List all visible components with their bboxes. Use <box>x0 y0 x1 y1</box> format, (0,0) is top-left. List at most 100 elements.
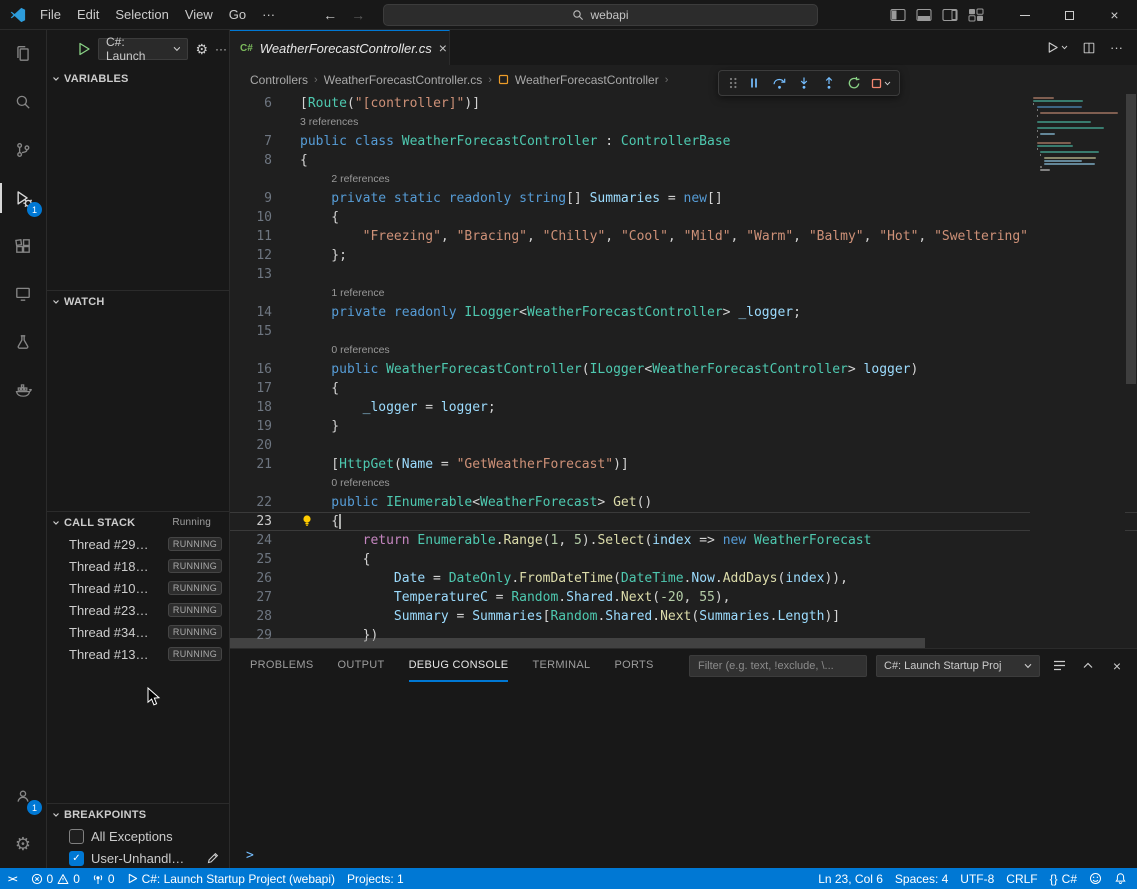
call-stack-thread[interactable]: Thread #34…RUNNING <box>47 621 229 643</box>
sidebar-item-source-control[interactable] <box>0 126 46 174</box>
console-lines-icon[interactable] <box>1049 655 1069 677</box>
panel-tab-problems[interactable]: PROBLEMS <box>250 649 314 682</box>
code-line-17[interactable]: 17 { <box>230 379 1137 398</box>
codelens-references[interactable]: 0 references <box>230 474 1137 493</box>
forward-icon[interactable]: → <box>351 7 365 23</box>
breakpoint-row[interactable]: All Exceptions <box>47 825 229 847</box>
more-menu-icon[interactable]: ··· <box>254 0 283 30</box>
code-line-26[interactable]: 26 Date = DateOnly.FromDateTime(DateTime… <box>230 569 1137 588</box>
code-line-9[interactable]: 9 private static readonly string[] Summa… <box>230 189 1137 208</box>
code-line-16[interactable]: 16 public WeatherForecastController(ILog… <box>230 360 1137 379</box>
call-stack-thread[interactable]: Thread #10…RUNNING <box>47 577 229 599</box>
configure-gear-icon[interactable]: ⚙ <box>195 42 208 56</box>
sidebar-item-testing[interactable] <box>0 318 46 366</box>
sidebar-item-remote-explorer[interactable] <box>0 270 46 318</box>
sidebar-item-explorer[interactable] <box>0 30 46 78</box>
code-line-15[interactable]: 15 <box>230 322 1137 341</box>
code-line-7[interactable]: 7public class WeatherForecastController … <box>230 132 1137 151</box>
code-line-19[interactable]: 19 } <box>230 417 1137 436</box>
debug-views-more-icon[interactable]: ··· <box>215 42 227 56</box>
edit-pencil-icon[interactable] <box>207 852 219 864</box>
tab-weatherforecastcontroller[interactable]: C# WeatherForecastController.cs × <box>230 30 450 65</box>
run-code-button[interactable] <box>1046 41 1068 54</box>
code-line-10[interactable]: 10 { <box>230 208 1137 227</box>
maximize-button[interactable] <box>1047 0 1092 30</box>
sidebar-item-run-and-debug[interactable]: 1 <box>0 174 46 222</box>
vertical-scrollbar[interactable] <box>1125 94 1137 648</box>
restart-button[interactable] <box>845 72 863 94</box>
breadcrumb-class[interactable]: WeatherForecastController <box>515 73 659 87</box>
horizontal-scrollbar-thumb[interactable] <box>230 638 925 648</box>
call-stack-thread[interactable]: Thread #18…RUNNING <box>47 555 229 577</box>
debug-console-output[interactable] <box>230 682 1137 844</box>
debug-session-dropdown[interactable]: C#: Launch Startup Proj <box>876 655 1040 677</box>
tab-close-icon[interactable]: × <box>439 40 447 56</box>
menu-selection[interactable]: Selection <box>107 0 176 30</box>
code-line-12[interactable]: 12 }; <box>230 246 1137 265</box>
codelens-references[interactable]: 2 references <box>230 170 1137 189</box>
checkbox-checked[interactable]: ✓ <box>69 851 84 866</box>
eol-status[interactable]: CRLF <box>1000 868 1043 889</box>
sidebar-item-search[interactable] <box>0 78 46 126</box>
codelens-references[interactable]: 3 references <box>230 113 1137 132</box>
launch-configuration-dropdown[interactable]: C#: Launch <box>98 38 188 60</box>
back-icon[interactable]: ← <box>323 7 337 23</box>
breakpoints-section-header[interactable]: BREAKPOINTS <box>47 803 229 825</box>
call-stack-thread[interactable]: Thread #29…RUNNING <box>47 533 229 555</box>
code-line-21[interactable]: 21 [HttpGet(Name = "GetWeatherForecast")… <box>230 455 1137 474</box>
toggle-panel-icon[interactable] <box>916 8 932 22</box>
minimize-button[interactable] <box>1002 0 1047 30</box>
notifications-bell-icon[interactable] <box>1108 868 1133 889</box>
code-line-6[interactable]: 6[Route("[controller]")] <box>230 94 1137 113</box>
breadcrumb-file[interactable]: WeatherForecastController.cs <box>324 73 483 87</box>
codelens-references[interactable]: 0 references <box>230 341 1137 360</box>
codelens-references[interactable]: 1 reference <box>230 284 1137 303</box>
problems-status[interactable]: 0 0 <box>25 868 86 889</box>
checkbox-unchecked[interactable] <box>69 829 84 844</box>
menu-file[interactable]: File <box>32 0 69 30</box>
call-stack-thread[interactable]: Thread #13…RUNNING <box>47 643 229 665</box>
language-mode-status[interactable]: {} C# <box>1044 868 1083 889</box>
menu-go[interactable]: Go <box>221 0 254 30</box>
code-line-13[interactable]: 13 <box>230 265 1137 284</box>
minimap[interactable] <box>1030 94 1125 638</box>
breadcrumb-folder[interactable]: Controllers <box>250 73 308 87</box>
step-over-button[interactable] <box>770 72 788 94</box>
maximize-panel-icon[interactable] <box>1078 655 1098 677</box>
code-line-18[interactable]: 18 _logger = logger; <box>230 398 1137 417</box>
command-center-search[interactable]: webapi <box>383 4 818 26</box>
code-editor[interactable]: 6[Route("[controller]")]3 references7pub… <box>230 94 1137 648</box>
toolbar-drag-handle[interactable] <box>727 72 738 94</box>
code-line-8[interactable]: 8{ <box>230 151 1137 170</box>
code-line-28[interactable]: 28 Summary = Summaries[Random.Shared.Nex… <box>230 607 1137 626</box>
feedback-smiley-icon[interactable] <box>1083 868 1108 889</box>
call-stack-thread[interactable]: Thread #23…RUNNING <box>47 599 229 621</box>
remote-indicator[interactable]: >< <box>0 868 25 889</box>
vertical-scrollbar-thumb[interactable] <box>1126 94 1136 384</box>
horizontal-scrollbar[interactable] <box>230 638 1025 648</box>
breakpoint-row[interactable]: ✓User-Unhandl… <box>47 847 229 869</box>
menu-edit[interactable]: Edit <box>69 0 107 30</box>
toggle-secondary-sidebar-icon[interactable] <box>942 8 958 22</box>
step-out-button[interactable] <box>820 72 838 94</box>
code-line-20[interactable]: 20 <box>230 436 1137 455</box>
code-line-24[interactable]: 24 return Enumerable.Range(1, 5).Select(… <box>230 531 1137 550</box>
projects-status[interactable]: Projects: 1 <box>341 868 410 889</box>
encoding-status[interactable]: UTF-8 <box>954 868 1000 889</box>
watch-section-header[interactable]: WATCH <box>47 290 229 312</box>
step-into-button[interactable] <box>795 72 813 94</box>
stop-button[interactable] <box>870 72 891 94</box>
accounts-button[interactable]: 1 <box>0 772 46 820</box>
debug-console-input[interactable]: > <box>230 844 1137 868</box>
console-filter-input[interactable] <box>689 655 867 677</box>
close-panel-icon[interactable]: × <box>1107 655 1127 677</box>
cursor-position-status[interactable]: Ln 23, Col 6 <box>812 868 889 889</box>
code-line-25[interactable]: 25 { <box>230 550 1137 569</box>
lightbulb-icon[interactable] <box>301 514 313 528</box>
editor-more-actions-icon[interactable]: ··· <box>1110 40 1123 55</box>
panel-tab-output[interactable]: OUTPUT <box>338 649 385 682</box>
toggle-sidebar-icon[interactable] <box>890 8 906 22</box>
indentation-status[interactable]: Spaces: 4 <box>889 868 954 889</box>
call-stack-section-header[interactable]: CALL STACK Running <box>47 511 229 533</box>
code-line-22[interactable]: 22 public IEnumerable<WeatherForecast> G… <box>230 493 1137 512</box>
